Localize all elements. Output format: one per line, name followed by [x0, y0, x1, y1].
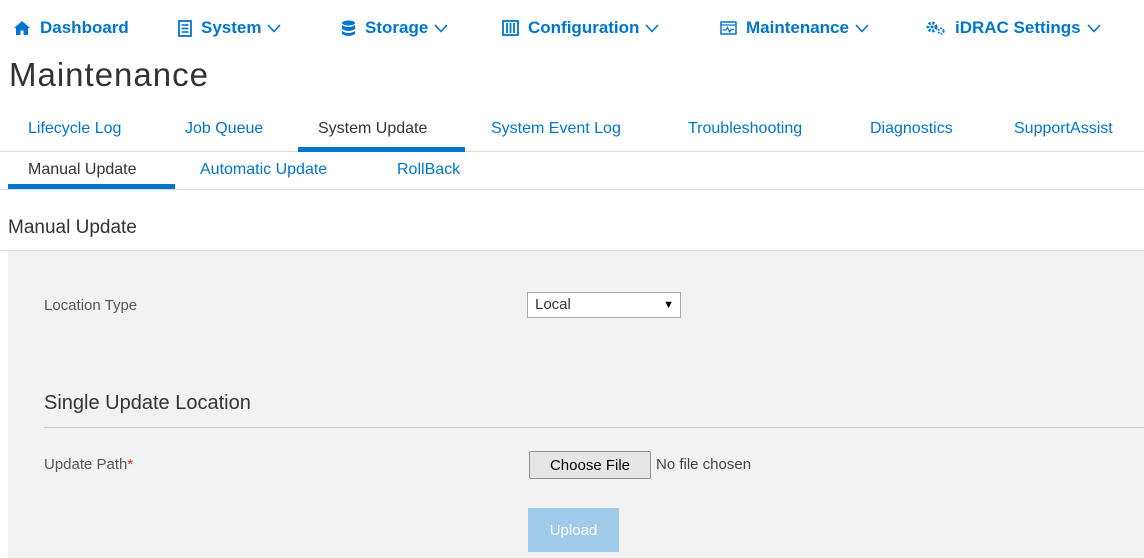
tab-diagnostics[interactable]: Diagnostics	[870, 120, 953, 138]
choose-file-button[interactable]: Choose File	[529, 451, 651, 479]
tab-supportassist[interactable]: SupportAssist	[1014, 120, 1113, 138]
nav-configuration-label: Configuration	[528, 18, 640, 37]
server-list-icon	[178, 19, 192, 37]
chevron-down-icon	[267, 23, 282, 33]
chevron-down-icon	[434, 23, 448, 33]
database-icon	[342, 20, 355, 36]
section-title: Manual Update	[8, 217, 137, 238]
update-path-label: Update Path*	[44, 456, 133, 473]
page-title: Maintenance	[9, 56, 209, 93]
tab-lifecycle-log[interactable]: Lifecycle Log	[28, 120, 121, 138]
location-type-label: Location Type	[44, 297, 138, 314]
file-status: No file chosen	[656, 456, 752, 473]
chevron-down-icon	[855, 23, 869, 33]
nav-maintenance-label: Maintenance	[746, 18, 849, 37]
tab-job-queue[interactable]: Job Queue	[185, 120, 263, 138]
dropdown-arrow-icon: ▼	[663, 299, 674, 311]
nav-storage[interactable]: Storage	[341, 16, 448, 40]
location-type-value: Local	[535, 296, 571, 313]
home-icon	[14, 21, 30, 35]
nav-idrac-settings-label: iDRAC Settings	[955, 18, 1081, 37]
nav-system[interactable]: System	[178, 16, 282, 40]
required-marker: *	[127, 456, 134, 473]
top-nav: Dashboard System Storage Configuration M…	[0, 0, 1144, 56]
nav-storage-label: Storage	[365, 18, 429, 37]
nav-idrac-settings[interactable]: iDRAC Settings	[926, 16, 1101, 40]
nav-configuration[interactable]: Configuration	[502, 16, 660, 40]
active-subtab-indicator	[8, 184, 175, 189]
monitor-pulse-icon	[720, 21, 737, 35]
upload-label: Upload	[549, 521, 598, 539]
secondary-tabs: Manual Update Automatic Update RollBack	[0, 152, 1144, 190]
chevron-down-icon	[645, 23, 660, 33]
tab-manual-update[interactable]: Manual Update	[28, 161, 137, 179]
nav-dashboard[interactable]: Dashboard	[13, 16, 129, 40]
nav-dashboard-label: Dashboard	[40, 18, 129, 37]
tab-system-update[interactable]: System Update	[318, 120, 427, 138]
choose-file-label: Choose File	[549, 456, 631, 474]
location-type-select[interactable]: Local ▼	[527, 292, 681, 318]
divider	[44, 427, 1144, 428]
tab-system-event-log[interactable]: System Event Log	[491, 120, 621, 138]
tab-automatic-update[interactable]: Automatic Update	[200, 161, 327, 179]
gears-icon	[926, 21, 945, 35]
update-path-label-text: Update Path	[44, 456, 128, 473]
sliders-icon	[502, 20, 519, 36]
upload-button[interactable]: Upload	[528, 508, 619, 552]
chevron-down-icon	[1087, 23, 1101, 33]
tab-troubleshooting[interactable]: Troubleshooting	[688, 120, 802, 138]
single-update-location-title: Single Update Location	[44, 392, 251, 414]
nav-maintenance[interactable]: Maintenance	[720, 16, 869, 40]
primary-tabs: Lifecycle Log Job Queue System Update Sy…	[0, 112, 1144, 152]
nav-system-label: System	[201, 18, 262, 37]
tab-rollback[interactable]: RollBack	[397, 161, 460, 179]
